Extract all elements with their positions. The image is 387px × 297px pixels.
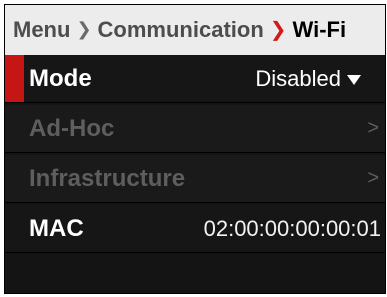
mode-dropdown[interactable]: Disabled <box>255 66 361 92</box>
breadcrumb-menu[interactable]: Menu <box>13 17 70 43</box>
infrastructure-row[interactable]: Infrastructure > <box>5 155 385 203</box>
chevron-right-icon: > <box>367 167 379 189</box>
breadcrumb-communication[interactable]: Communication <box>98 17 264 43</box>
mode-label: Mode <box>29 64 92 92</box>
infrastructure-label: Infrastructure <box>29 164 186 192</box>
caret-down-icon <box>347 74 361 85</box>
mode-row[interactable]: Mode Disabled <box>5 55 385 103</box>
adhoc-label: Ad-Hoc <box>29 114 115 142</box>
empty-area <box>5 255 385 293</box>
selection-indicator <box>5 55 24 102</box>
mac-row: MAC 02:00:00:00:00:01 <box>5 205 385 253</box>
chevron-right-icon: ❯ <box>76 18 92 39</box>
mac-value: 02:00:00:00:00:01 <box>203 215 381 241</box>
chevron-right-red-icon: ❯ <box>269 18 287 41</box>
adhoc-row[interactable]: Ad-Hoc > <box>5 105 385 153</box>
device-screen: Menu ❯ Communication ❯ Wi-Fi Mode Disabl… <box>4 4 386 294</box>
mac-label: MAC <box>29 214 84 242</box>
breadcrumb: Menu ❯ Communication ❯ Wi-Fi <box>5 5 385 55</box>
breadcrumb-current: Wi-Fi <box>292 17 347 42</box>
mode-value: Disabled <box>255 65 341 91</box>
chevron-right-icon: > <box>367 117 379 139</box>
